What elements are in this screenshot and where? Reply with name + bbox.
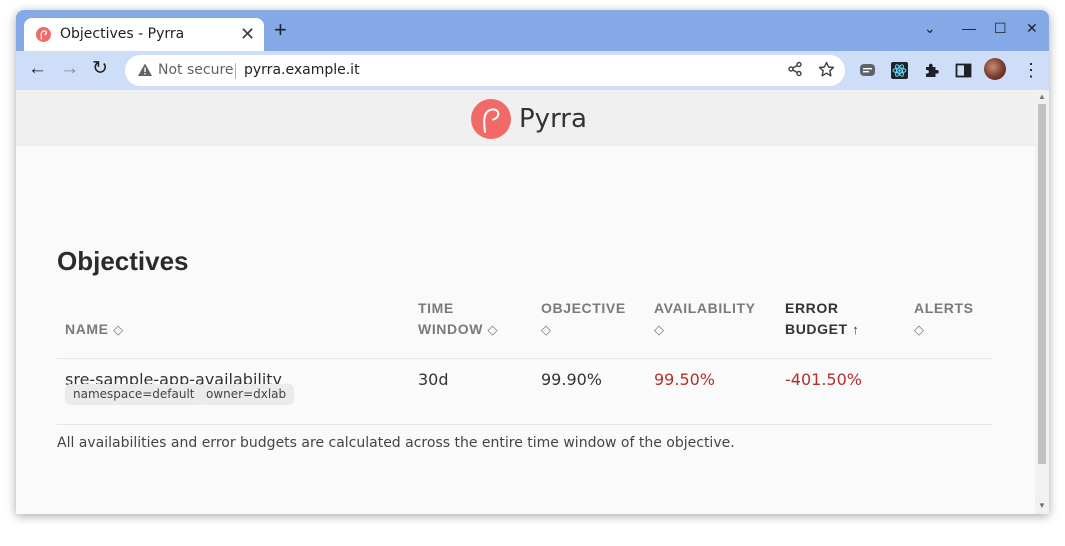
- tab-close-icon[interactable]: ✕: [240, 25, 255, 43]
- app-header: Pyrra: [16, 90, 1035, 146]
- url-text[interactable]: pyrra.example.it: [244, 62, 360, 78]
- pyrra-logo-icon[interactable]: [471, 99, 511, 139]
- page-viewport: Pyrra Objectives NAME ◇ TIME WINDOW ◇ OB…: [16, 90, 1035, 514]
- profile-avatar[interactable]: [984, 58, 1006, 80]
- column-label: NAME: [65, 321, 109, 337]
- column-label: OBJECTIVE: [541, 300, 626, 316]
- label-chip[interactable]: namespace=default: [65, 384, 203, 405]
- column-header-alerts[interactable]: ALERTS ◇: [914, 298, 974, 340]
- sort-icon[interactable]: ◇: [488, 322, 499, 337]
- forward-button[interactable]: →: [60, 59, 79, 79]
- browser-window: Objectives - Pyrra ✕ + ⌄ — ☐ ✕ ← → ↻ Not…: [16, 10, 1049, 514]
- warning-icon[interactable]: [137, 62, 153, 83]
- label-chip[interactable]: owner=dxlab: [198, 384, 295, 405]
- address-bar[interactable]: Not secure pyrra.example.it: [125, 55, 845, 86]
- column-label: ERROR: [785, 300, 839, 316]
- address-divider: [235, 63, 236, 79]
- scroll-down-arrow-icon[interactable]: ▼: [1038, 502, 1046, 510]
- extension-react-icon[interactable]: [891, 62, 908, 79]
- column-label: AVAILABILITY: [654, 300, 756, 316]
- error-budget-value: -401.50%: [785, 370, 862, 389]
- security-status[interactable]: Not secure: [158, 62, 234, 78]
- browser-toolbar: ← → ↻ Not secure pyrra.example.it ⋮: [16, 51, 1049, 90]
- back-button[interactable]: ←: [28, 59, 47, 79]
- time-window-value: 30d: [418, 370, 449, 389]
- column-header-name[interactable]: NAME ◇: [65, 319, 124, 340]
- sort-icon[interactable]: ◇: [113, 322, 124, 337]
- sort-icon[interactable]: ◇: [914, 322, 925, 337]
- table-row-divider: [57, 424, 992, 425]
- footnote-text: All availabilities and error budgets are…: [57, 435, 735, 451]
- column-header-time-window[interactable]: TIME WINDOW ◇: [418, 298, 498, 340]
- tab-title: Objectives - Pyrra: [60, 26, 185, 42]
- page-scrollbar[interactable]: ▲ ▼: [1035, 90, 1049, 514]
- share-icon[interactable]: [787, 61, 803, 82]
- pyrra-favicon-icon: [36, 27, 51, 42]
- page-title: Objectives: [57, 246, 189, 276]
- sort-icon[interactable]: ◇: [654, 322, 665, 337]
- table-header-divider: [57, 358, 992, 359]
- close-window-button[interactable]: ✕: [1026, 20, 1038, 36]
- column-header-availability[interactable]: AVAILABILITY ◇: [654, 298, 756, 340]
- scroll-thumb[interactable]: [1038, 104, 1046, 464]
- scroll-up-arrow-icon[interactable]: ▲: [1038, 93, 1046, 101]
- active-tab[interactable]: Objectives - Pyrra ✕: [24, 18, 264, 51]
- availability-value: 99.50%: [654, 370, 716, 389]
- objective-value: 99.90%: [541, 370, 603, 389]
- sort-icon[interactable]: ◇: [541, 322, 552, 337]
- title-bar: Objectives - Pyrra ✕ + ⌄ — ☐ ✕: [16, 10, 1049, 51]
- tab-search-chevron-icon[interactable]: ⌄: [924, 20, 936, 36]
- puzzle-icon[interactable]: [923, 62, 940, 79]
- side-panel-icon[interactable]: [955, 62, 972, 79]
- minimize-button[interactable]: —: [962, 20, 976, 36]
- extension-chat-icon[interactable]: [859, 62, 876, 79]
- bookmark-star-icon[interactable]: [818, 61, 835, 83]
- column-label-line2: WINDOW: [418, 321, 484, 337]
- column-label-line2: BUDGET: [785, 321, 848, 337]
- new-tab-button[interactable]: +: [274, 19, 287, 41]
- reload-button[interactable]: ↻: [92, 59, 108, 79]
- menu-dots-icon[interactable]: ⋮: [1022, 61, 1040, 79]
- app-logo-text[interactable]: Pyrra: [519, 104, 587, 134]
- column-header-error-budget[interactable]: ERROR BUDGET ↑: [785, 298, 859, 340]
- column-label: TIME: [418, 300, 454, 316]
- column-label: ALERTS: [914, 300, 974, 316]
- sort-ascending-icon[interactable]: ↑: [852, 322, 859, 337]
- maximize-button[interactable]: ☐: [994, 20, 1007, 36]
- column-header-objective[interactable]: OBJECTIVE ◇: [541, 298, 626, 340]
